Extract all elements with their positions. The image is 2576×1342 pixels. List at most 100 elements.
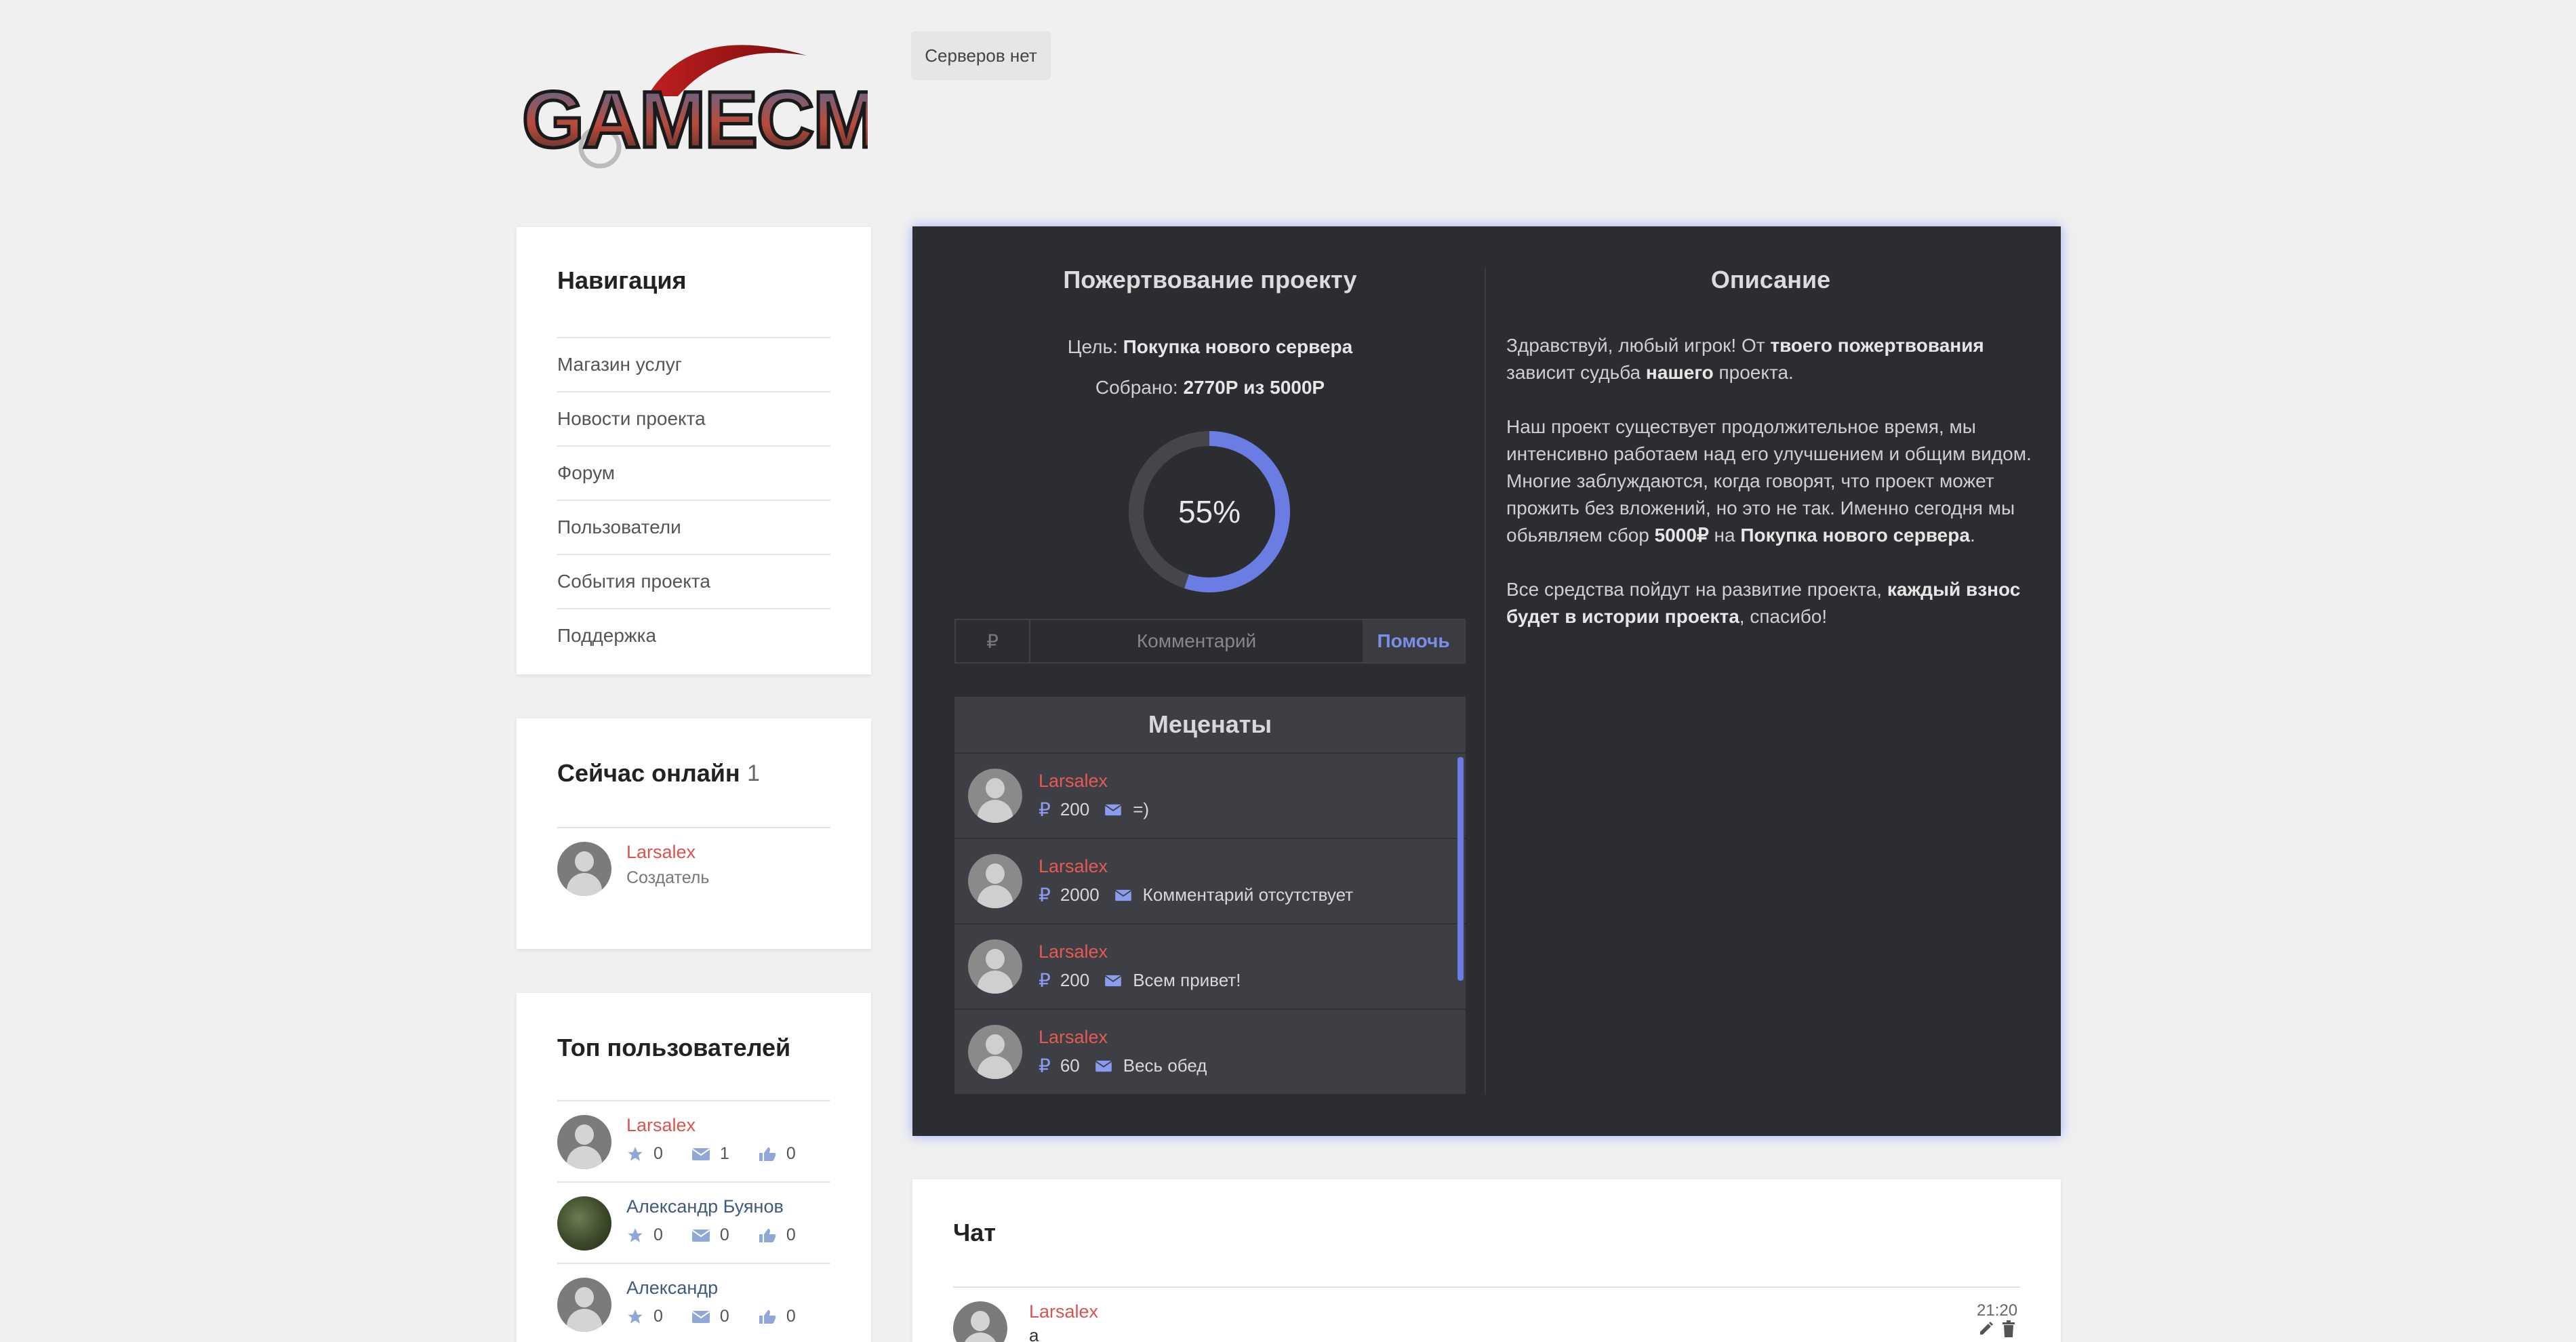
goal-value: Покупка нового сервера (1123, 336, 1353, 357)
user-stars: 0 (653, 1307, 663, 1326)
patron-item: Larsalex ₽ 200 Всем привет! (954, 924, 1466, 1010)
collected-label: Собрано: (1095, 377, 1178, 398)
donation-goal: Цель: Покупка нового сервера (954, 336, 1466, 358)
envelope-icon (1104, 804, 1122, 815)
top-users-title: Топ пользователей (557, 1034, 791, 1061)
patron-comment: Всем привет! (1133, 970, 1241, 990)
patron-amount: 2000 (1060, 884, 1100, 905)
patron-name[interactable]: Larsalex (1039, 856, 1353, 877)
user-messages: 1 (719, 1144, 729, 1163)
divider (557, 1181, 830, 1183)
chat-card: Чат Larsalex a 21:20 (912, 1179, 2061, 1342)
description-paragraph: Все средства пойдут на развитие проекта,… (1506, 579, 2021, 627)
donation-form: ₽ Помочь (954, 619, 1466, 664)
goal-label: Цель: (1067, 336, 1118, 357)
user-stats: 0 0 0 (626, 1225, 824, 1245)
patron-item: Larsalex ₽ 60 Весь обед (954, 1010, 1466, 1094)
envelope-icon (691, 1310, 710, 1323)
amount-input[interactable]: ₽ (956, 620, 1030, 662)
user-stats: 0 0 0 (626, 1307, 824, 1326)
online-card: Сейчас онлайн Larsalex Создатель (517, 718, 871, 949)
online-user[interactable]: Larsalex Создатель (557, 842, 709, 896)
patron-item: Larsalex ₽ 200 =) (954, 754, 1466, 839)
avatar[interactable] (968, 939, 1022, 994)
avatar[interactable] (968, 854, 1022, 908)
navigation-title: Навигация (557, 266, 687, 294)
user-likes: 0 (786, 1307, 796, 1326)
ruble-icon: ₽ (1039, 799, 1051, 820)
divider (557, 1263, 830, 1264)
servers-status[interactable]: Серверов нет (911, 31, 1051, 80)
top-user-name[interactable]: Larsalex (626, 1115, 824, 1136)
patrons-list[interactable]: Меценаты Larsalex ₽ 200 =) Larsalex ₽ 20… (954, 697, 1466, 1094)
star-icon (628, 1309, 643, 1324)
online-title: Сейчас онлайн (557, 759, 740, 787)
trash-icon[interactable] (2001, 1320, 2016, 1338)
patron-name[interactable]: Larsalex (1039, 771, 1149, 792)
chat-message-text: a (1029, 1325, 1039, 1342)
top-user-name[interactable]: Александр (626, 1278, 824, 1299)
comment-input[interactable] (1030, 620, 1363, 662)
envelope-icon (1104, 975, 1122, 986)
edit-icon[interactable] (1978, 1320, 1994, 1337)
avatar[interactable] (557, 1278, 611, 1332)
description-text: Здравствуй, любый игрок! От твоего пожер… (1506, 332, 2035, 657)
patron-amount: 60 (1060, 1055, 1080, 1076)
divider (953, 1286, 2020, 1288)
envelope-icon (1095, 1060, 1112, 1072)
description-title: Описание (1710, 266, 1831, 293)
divider (557, 1100, 830, 1101)
nav-item-news[interactable]: Новости проекта (557, 391, 830, 445)
top-user-row[interactable]: Александр 0 0 0 (557, 1278, 824, 1332)
patron-name[interactable]: Larsalex (1039, 1027, 1207, 1048)
patron-amount: 200 (1060, 799, 1090, 819)
online-user-role: Создатель (626, 868, 710, 887)
nav-item-shop[interactable]: Магазин услуг (557, 337, 830, 391)
chat-actions (1978, 1320, 2016, 1338)
avatar[interactable] (968, 769, 1022, 823)
help-button[interactable]: Помочь (1363, 620, 1464, 662)
patron-comment: Весь обед (1123, 1055, 1207, 1076)
nav-item-users[interactable]: Пользователи (557, 500, 830, 554)
donation-collected: Собрано: 2770Р из 5000Р (954, 377, 1466, 399)
panel-divider (1485, 268, 1486, 1095)
online-user-name[interactable]: Larsalex (626, 842, 709, 863)
avatar[interactable] (557, 842, 611, 896)
navigation-list: Магазин услуг Новости проекта Форум Поль… (557, 337, 830, 662)
navigation-card: Навигация Магазин услуг Новости проекта … (517, 227, 871, 674)
envelope-icon (1114, 889, 1132, 901)
envelope-icon (691, 1229, 710, 1242)
top-users-card: Топ пользователей Larsalex 0 1 0 Алексан… (517, 993, 871, 1342)
nav-item-forum[interactable]: Форум (557, 445, 830, 500)
user-stats: 0 1 0 (626, 1144, 824, 1164)
avatar[interactable] (968, 1025, 1022, 1079)
top-user-row[interactable]: Александр Буянов 0 0 0 (557, 1196, 824, 1250)
patron-name[interactable]: Larsalex (1039, 941, 1241, 962)
avatar[interactable] (953, 1301, 1007, 1342)
avatar[interactable] (557, 1115, 611, 1169)
collected-value: 2770Р из 5000Р (1183, 377, 1325, 398)
user-messages: 0 (719, 1307, 729, 1326)
user-stars: 0 (653, 1144, 663, 1163)
nav-item-events[interactable]: События проекта (557, 554, 830, 608)
star-icon (628, 1146, 643, 1161)
thumbs-up-icon (759, 1228, 776, 1242)
top-user-name[interactable]: Александр Буянов (626, 1196, 824, 1217)
patron-amount: 200 (1060, 970, 1090, 990)
chat-user-name[interactable]: Larsalex (1029, 1301, 1098, 1322)
site-logo[interactable]: GAMECMS (521, 28, 933, 181)
divider (557, 827, 830, 828)
chat-message-time: 21:20 (1977, 1301, 2018, 1320)
nav-item-support[interactable]: Поддержка (557, 608, 830, 662)
patron-item: Larsalex ₽ 2000 Комментарий отсутствует (954, 839, 1466, 924)
envelope-icon (691, 1147, 710, 1160)
avatar[interactable] (557, 1196, 611, 1250)
top-user-row[interactable]: Larsalex 0 1 0 (557, 1115, 824, 1169)
patron-comment: =) (1133, 799, 1150, 819)
online-count: 1 (747, 760, 760, 786)
user-likes: 0 (786, 1144, 796, 1163)
ruble-icon: ₽ (1039, 1055, 1051, 1076)
patrons-scrollbar[interactable] (1457, 757, 1464, 981)
donation-title: Пожертвование проекту (1063, 266, 1357, 293)
logo-text: GAMECMS (522, 75, 868, 165)
